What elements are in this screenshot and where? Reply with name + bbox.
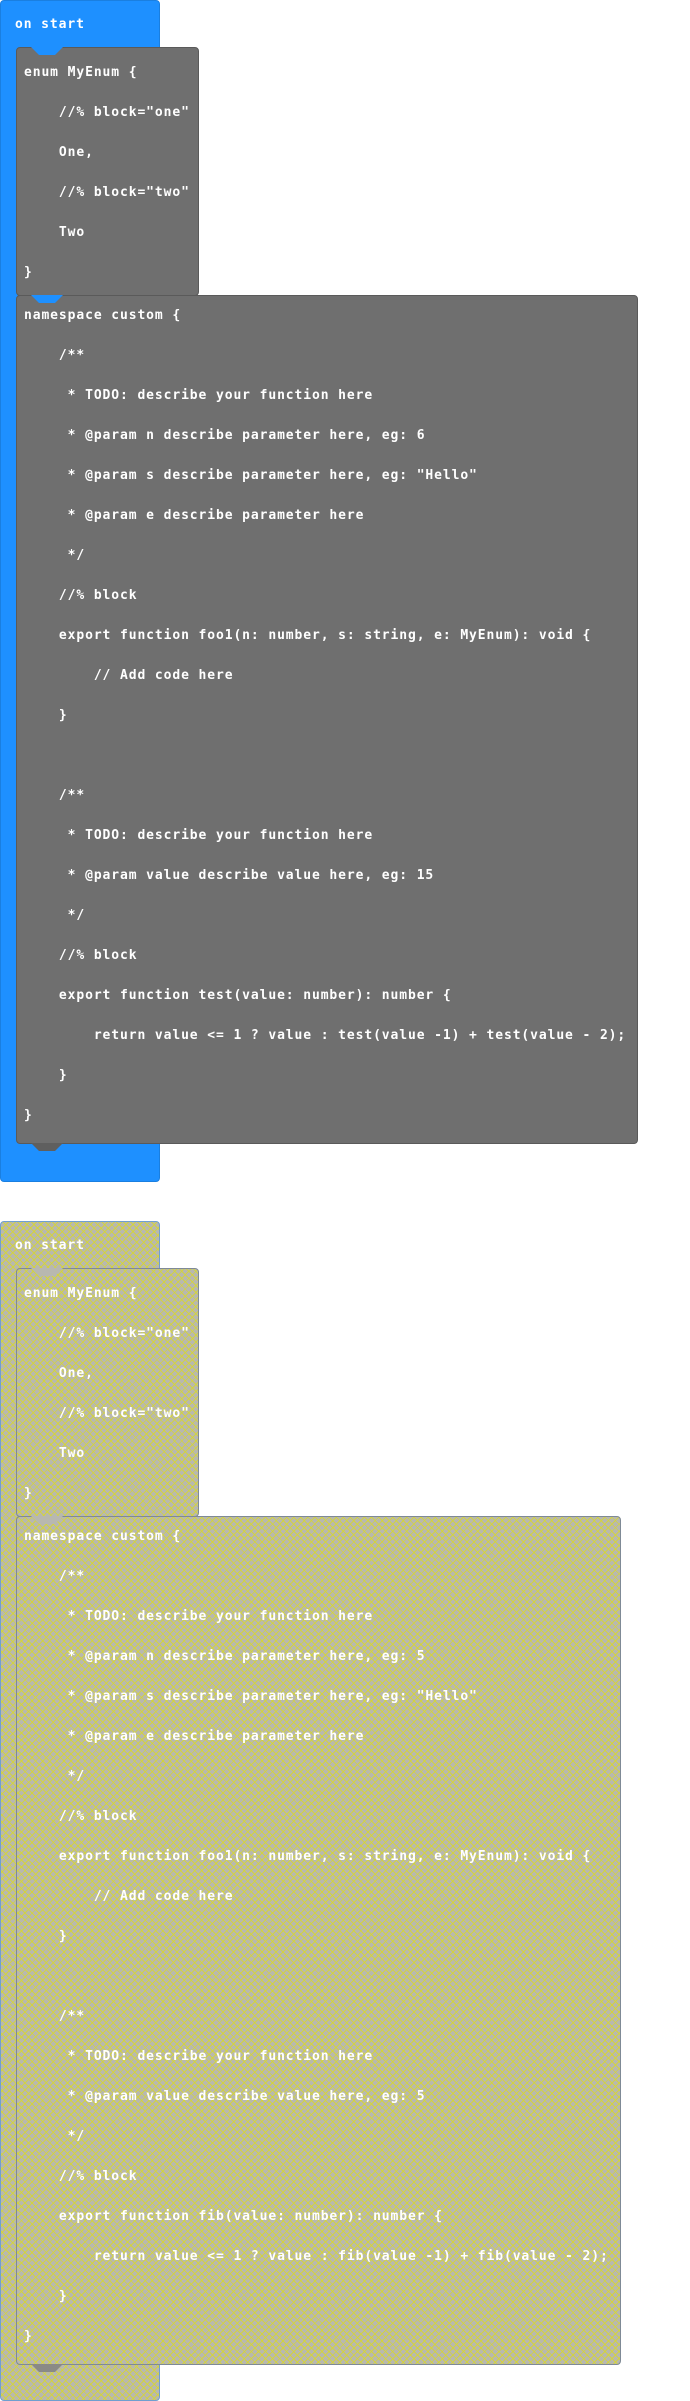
- code-line: //% block: [24, 948, 138, 963]
- code-line: */: [24, 2129, 86, 2144]
- code-line: /**: [24, 788, 86, 803]
- code-line: return value <= 1 ? value : test(value -…: [24, 1028, 627, 1043]
- code-line: enum MyEnum {: [24, 65, 138, 80]
- code-line: namespace custom {: [24, 1529, 182, 1544]
- code-line: export function test(value: number): num…: [24, 988, 452, 1003]
- code-line: }: [24, 2329, 33, 2344]
- code-line: export function foo1(n: number, s: strin…: [24, 1849, 592, 1864]
- code-line: }: [24, 265, 33, 280]
- code-line: /**: [24, 348, 86, 363]
- code-line: * TODO: describe your function here: [24, 2049, 374, 2064]
- code-line: namespace custom {: [24, 308, 182, 323]
- code-line: // Add code here: [24, 1889, 234, 1904]
- code-line: /**: [24, 1569, 86, 1584]
- on-start-label: on start: [15, 1238, 85, 1253]
- code-line: //% block: [24, 588, 138, 603]
- code-line: enum MyEnum {: [24, 1286, 138, 1301]
- code-line: /**: [24, 2009, 86, 2024]
- code-line: }: [24, 1068, 68, 1083]
- code-line: One,: [24, 1366, 94, 1381]
- code-line: //% block="two": [24, 1406, 190, 1421]
- code-line: //% block="one": [24, 1326, 190, 1341]
- enum-code-block[interactable]: enum MyEnum { //% block="one" One, //% b…: [16, 47, 199, 303]
- code-line: * TODO: describe your function here: [24, 828, 374, 843]
- code-line: */: [24, 1769, 86, 1784]
- namespace-code-block[interactable]: namespace custom { /** * TODO: describe …: [16, 295, 638, 1151]
- code-line: * TODO: describe your function here: [24, 1609, 374, 1624]
- code-line: One,: [24, 145, 94, 160]
- code-line: * @param value describe value here, eg: …: [24, 2089, 426, 2104]
- code-line: //% block="one": [24, 105, 190, 120]
- code-line: }: [24, 1486, 33, 1501]
- enum-code-block-disabled[interactable]: enum MyEnum { //% block="one" One, //% b…: [16, 1268, 199, 1524]
- namespace-code-block-disabled[interactable]: namespace custom { /** * TODO: describe …: [16, 1516, 621, 2372]
- code-line: return value <= 1 ? value : fib(value -1…: [24, 2249, 609, 2264]
- code-line: }: [24, 2289, 68, 2304]
- code-line: * @param e describe parameter here: [24, 508, 365, 523]
- code-line: }: [24, 1108, 33, 1123]
- code-line: // Add code here: [24, 668, 234, 683]
- code-line: export function foo1(n: number, s: strin…: [24, 628, 592, 643]
- code-line: export function fib(value: number): numb…: [24, 2209, 443, 2224]
- code-line: */: [24, 908, 86, 923]
- code-line: Two: [24, 225, 86, 240]
- code-line: * TODO: describe your function here: [24, 388, 374, 403]
- code-line: //% block: [24, 1809, 138, 1824]
- code-line: Two: [24, 1446, 86, 1461]
- code-line: }: [24, 708, 68, 723]
- on-start-label: on start: [15, 17, 85, 32]
- code-line: * @param n describe parameter here, eg: …: [24, 428, 426, 443]
- code-line: */: [24, 548, 86, 563]
- code-line: * @param s describe parameter here, eg: …: [24, 468, 478, 483]
- code-line: * @param value describe value here, eg: …: [24, 868, 435, 883]
- code-line: //% block: [24, 2169, 138, 2184]
- code-line: * @param n describe parameter here, eg: …: [24, 1649, 426, 1664]
- code-line: }: [24, 1929, 68, 1944]
- code-line: * @param e describe parameter here: [24, 1729, 365, 1744]
- code-line: //% block="two": [24, 185, 190, 200]
- code-line: * @param s describe parameter here, eg: …: [24, 1689, 478, 1704]
